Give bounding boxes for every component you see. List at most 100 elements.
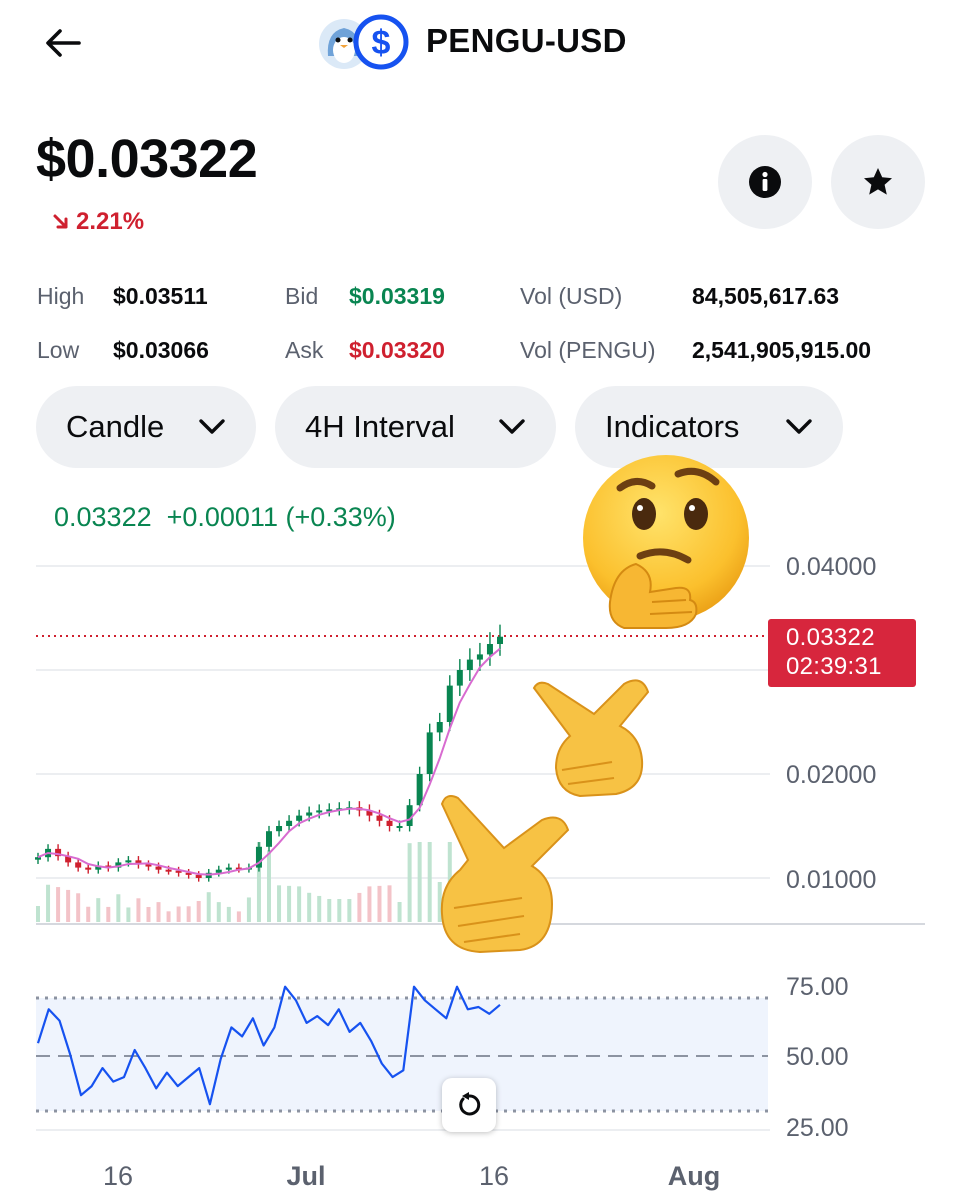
svg-text:$: $ (372, 24, 391, 62)
volume-bar (76, 893, 81, 922)
low-label: Low (37, 337, 80, 363)
volume-bar (136, 898, 141, 922)
candle-body (165, 869, 172, 872)
rsi-band (36, 998, 768, 1111)
volume-bar (116, 894, 121, 922)
candle-body (386, 820, 393, 826)
low-value: $0.03066 (113, 337, 209, 363)
x-axis-label: 16 (479, 1161, 509, 1191)
volume-bar (277, 885, 282, 922)
candle-body (276, 826, 283, 832)
volume-bar (176, 906, 181, 922)
candle-body (35, 857, 41, 860)
volume-bar (327, 898, 332, 922)
candle-body (296, 815, 303, 821)
volume-bar (297, 886, 302, 922)
chevron-down-icon (786, 419, 812, 434)
vol-usd-value: 84,505,617.63 (692, 283, 840, 309)
candle-body (225, 867, 232, 870)
volume-bar (216, 902, 221, 922)
candle-body (466, 659, 473, 670)
volume-bar (337, 899, 342, 922)
candle-body (436, 722, 443, 733)
volume-bar (357, 892, 362, 922)
volume-bar (46, 884, 51, 922)
pointing-hand-emoji (440, 795, 570, 954)
back-button[interactable] (38, 20, 88, 66)
price-axis-label: 0.04000 (786, 553, 876, 581)
high-label: High (37, 283, 85, 309)
bid-label: Bid (285, 283, 319, 309)
volume-bar (226, 906, 231, 922)
thinking-face-emoji (583, 455, 749, 629)
candle-body (446, 685, 453, 722)
favorite-button[interactable] (831, 135, 925, 229)
reset-chart-button[interactable] (442, 1078, 496, 1132)
x-axis-label: Aug (668, 1161, 720, 1191)
info-button[interactable] (718, 135, 812, 229)
high-value: $0.03511 (113, 283, 208, 309)
price-change-value: 2.21% (76, 208, 145, 235)
candle-body (85, 867, 92, 870)
last-price-tag: 0.03322 02:39:31 (768, 619, 916, 687)
candle-body (396, 826, 403, 828)
volume-bar (267, 850, 271, 922)
volume-bar (387, 885, 392, 922)
chart-type-label: Candle (66, 409, 165, 444)
vol-usd-label: Vol (USD) (520, 283, 623, 309)
rsi-axis-label: 50.00 (786, 1043, 849, 1071)
volume-bar (96, 898, 101, 922)
chevron-down-icon (199, 419, 225, 434)
price-change: 2.21% (52, 208, 144, 236)
volume-bar (166, 911, 171, 922)
volume-bar (246, 897, 251, 922)
price-axis-label: 0.01000 (786, 866, 876, 894)
volume-bar (377, 885, 382, 922)
candle-body (155, 866, 162, 870)
volume-bar (236, 911, 241, 922)
candle-body (497, 636, 503, 644)
price-axis-label: 0.02000 (786, 761, 876, 789)
reset-icon (459, 1092, 481, 1116)
volume-bar (347, 899, 352, 922)
bid-value: $0.03319 (349, 283, 445, 309)
candle-body (215, 869, 222, 873)
current-price: $0.03322 (36, 129, 258, 189)
vol-pengu-value: 2,541,905,915.00 (692, 337, 872, 363)
volume-bar (186, 906, 191, 922)
asset-logo: $ (319, 14, 409, 70)
volume-bar (146, 906, 151, 922)
volume-bar (36, 906, 40, 922)
volume-bar (56, 887, 61, 922)
candle-body (75, 862, 82, 868)
info-icon (749, 166, 781, 198)
volume-bar (417, 842, 422, 922)
page-title: PENGU-USD (426, 22, 627, 59)
chevron-down-icon (499, 419, 525, 434)
x-axis-label: 16 (103, 1161, 133, 1191)
volume-bar (86, 906, 91, 922)
volume-bar (317, 895, 322, 922)
chart-type-select[interactable]: Candle (36, 386, 256, 468)
candles (35, 624, 503, 882)
interval-select[interactable]: 4H Interval (275, 386, 556, 468)
star-icon (864, 168, 892, 195)
vol-pengu-label: Vol (PENGU) (520, 337, 656, 363)
ask-label: Ask (285, 337, 324, 363)
volume-bar (287, 885, 292, 922)
volume-bar (367, 886, 372, 922)
candle-body (456, 670, 463, 686)
ask-value: $0.03320 (349, 337, 445, 363)
volume-bar (126, 907, 131, 922)
volume-bar (66, 889, 71, 922)
volume-bar (206, 892, 211, 922)
volume-bar (156, 902, 161, 922)
back-arrow-icon (46, 29, 81, 57)
candle-body (426, 732, 433, 774)
usd-coin-icon: $ (353, 14, 409, 70)
interval-label: 4H Interval (305, 409, 455, 444)
candle-body (195, 874, 202, 878)
x-axis-label: Jul (286, 1161, 325, 1191)
volume-bar (307, 892, 312, 922)
last-price-tag-value: 0.03322 (786, 624, 875, 651)
